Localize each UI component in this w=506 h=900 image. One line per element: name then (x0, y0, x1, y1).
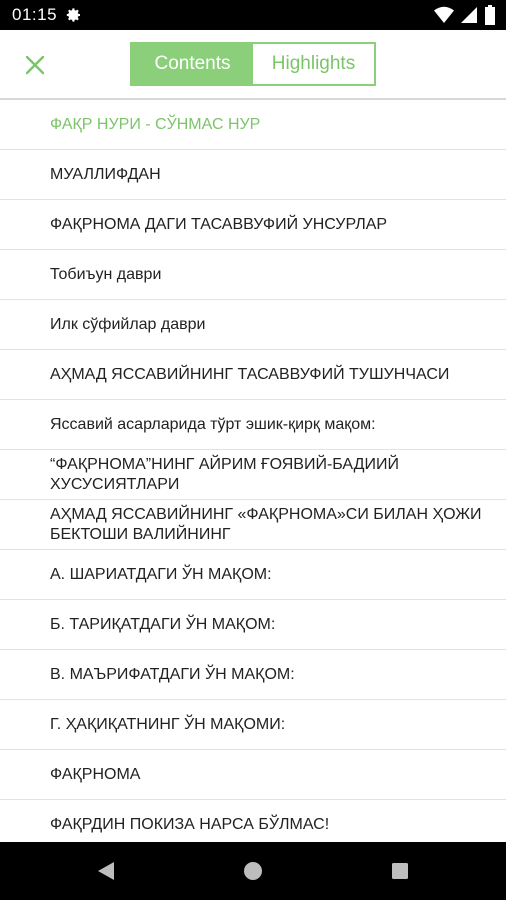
list-item-title: ФАҚРНОМА ДАГИ ТАСАВВУФИЙ УНСУРЛАР (50, 215, 388, 233)
list-item-title: Б. ТАРИҚАТДАГИ ЎН МАҚОМ: (50, 615, 276, 633)
list-item[interactable]: ФАҚРНОМА ДАГИ ТАСАВВУФИЙ УНСУРЛАР (0, 200, 506, 250)
list-item[interactable]: А. ШАРИАТДАГИ ЎН МАҚОМ: (0, 550, 506, 600)
list-item[interactable]: Илк сўфийлар даври (0, 300, 506, 350)
list-item[interactable]: ФАҚР НУРИ - СЎНМАС НУР (0, 100, 506, 150)
list-item[interactable]: ФАҚРДИН ПОКИЗА НАРСА БЎЛМАС! (0, 800, 506, 842)
list-item-title: “ФАҚРНОМА”НИНГ АЙРИМ ҒОЯВИЙ-БАДИИЙ ХУСУС… (50, 455, 399, 493)
list-item-title: АҲМАД ЯССАВИЙНИНГ «ФАҚРНОМА»СИ БИЛАН ҲОЖ… (50, 505, 482, 543)
home-icon[interactable] (241, 859, 265, 883)
list-item[interactable]: МУАЛЛИФДАН (0, 150, 506, 200)
gear-icon (66, 8, 80, 22)
list-item[interactable]: АҲМАД ЯССАВИЙНИНГ «ФАҚРНОМА»СИ БИЛАН ҲОЖ… (0, 500, 506, 550)
list-item-title: ФАҚР НУРИ - СЎНМАС НУР (50, 115, 261, 133)
list-item[interactable]: АҲМАД ЯССАВИЙНИНГ ТАСАВВУФИЙ ТУШУНЧАСИ (0, 350, 506, 400)
view-toggle: Contents Highlights (130, 42, 376, 86)
back-icon[interactable] (94, 859, 118, 883)
list-item-title: АҲМАД ЯССАВИЙНИНГ ТАСАВВУФИЙ ТУШУНЧАСИ (50, 365, 450, 383)
list-item-title: ФАҚРДИН ПОКИЗА НАРСА БЎЛМАС! (50, 815, 330, 833)
status-icons (434, 5, 496, 25)
list-item-title: Илк сўфийлар даври (50, 315, 206, 333)
tab-highlights[interactable]: Highlights (253, 44, 374, 84)
status-bar: 01:15 (0, 0, 506, 30)
list-item[interactable]: Г. ҲАҚИҚАТНИНГ ЎН МАҚОМИ: (0, 700, 506, 750)
system-nav-bar (0, 842, 506, 900)
list-item[interactable]: Б. ТАРИҚАТДАГИ ЎН МАҚОМ: (0, 600, 506, 650)
list-item[interactable]: Тобиъун даври (0, 250, 506, 300)
list-item-title: А. ШАРИАТДАГИ ЎН МАҚОМ: (50, 565, 272, 583)
wifi-icon (434, 6, 454, 23)
recents-icon[interactable] (388, 859, 412, 883)
list-item-title: Яссавий асарларида тўрт эшик-қирқ мақом: (50, 415, 376, 433)
list-item[interactable]: В. МАЪРИФАТДАГИ ЎН МАҚОМ: (0, 650, 506, 700)
tab-contents[interactable]: Contents (132, 44, 253, 84)
list-item[interactable]: Яссавий асарларида тўрт эшик-қирқ мақом: (0, 400, 506, 450)
list-item-title: МУАЛЛИФДАН (50, 165, 161, 183)
list-item-title: Тобиъун даври (50, 265, 162, 283)
list-item[interactable]: “ФАҚРНОМА”НИНГ АЙРИМ ҒОЯВИЙ-БАДИИЙ ХУСУС… (0, 450, 506, 500)
close-icon[interactable] (20, 50, 50, 80)
contents-list: ФАҚР НУРИ - СЎНМАС НУР МУАЛЛИФДАН ФАҚРНО… (0, 100, 506, 842)
status-time: 01:15 (12, 5, 58, 24)
app-bar: Contents Highlights (0, 30, 506, 100)
list-item-title: В. МАЪРИФАТДАГИ ЎН МАҚОМ: (50, 665, 295, 683)
list-item-title: Г. ҲАҚИҚАТНИНГ ЎН МАҚОМИ: (50, 715, 286, 733)
signal-icon (461, 7, 477, 23)
list-item[interactable]: ФАҚРНОМА (0, 750, 506, 800)
list-item-title: ФАҚРНОМА (50, 765, 141, 783)
battery-icon (485, 5, 495, 25)
